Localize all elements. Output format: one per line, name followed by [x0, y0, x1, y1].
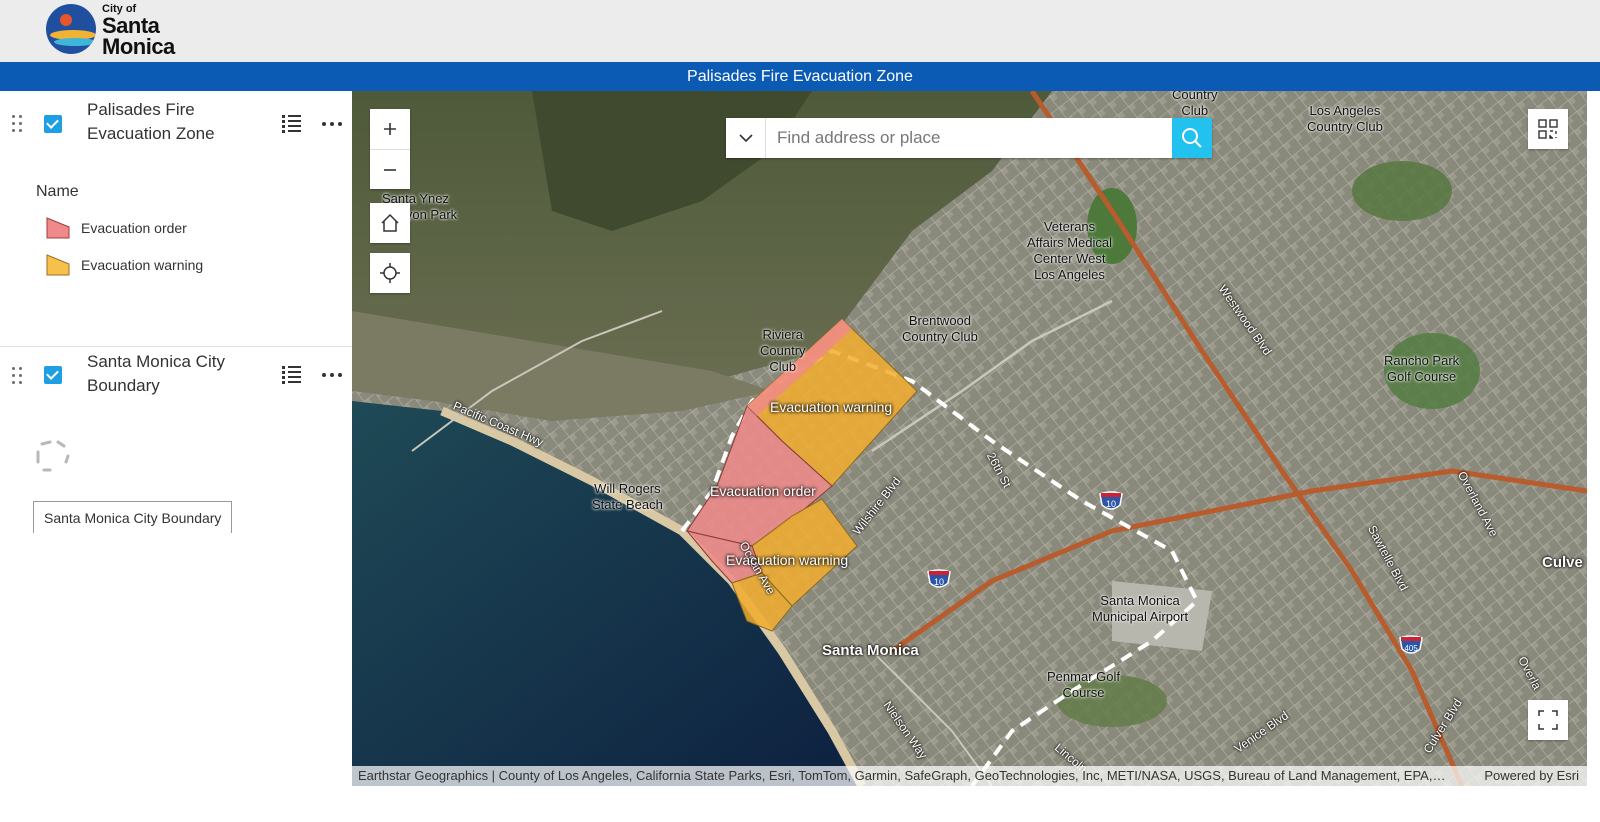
map-view[interactable]: Santa Ynez Canyon Park Country Club Los An…	[352, 91, 1587, 786]
legend-heading: Name	[36, 183, 79, 200]
city-logo[interactable]: City of Santa Monica	[46, 2, 186, 58]
zone-label-warning-south: Evacuation warning	[726, 552, 849, 568]
legend-swatch-order	[46, 217, 70, 239]
svg-text:10: 10	[934, 577, 944, 587]
fullscreen-button[interactable]	[1528, 700, 1568, 740]
plus-icon	[384, 123, 396, 135]
legend-list-icon[interactable]	[282, 114, 302, 133]
chevron-down-icon	[739, 134, 753, 143]
more-options-icon[interactable]	[322, 373, 342, 379]
map-label-riviera: Riviera Country Club	[760, 327, 806, 374]
svg-text:405: 405	[1404, 644, 1418, 653]
search-button[interactable]	[1172, 118, 1212, 158]
layer-tooltip: Santa Monica City Boundary	[33, 501, 233, 533]
fullscreen-icon	[1538, 710, 1558, 730]
drag-handle-icon[interactable]	[10, 113, 24, 133]
attribution-text: Earthstar Geographics | County of Los An…	[358, 768, 1448, 783]
map-label-rancho-park: Rancho Park Golf Course	[1384, 353, 1460, 384]
map-label-veterans: Veterans Affairs Medical Center West Los An…	[1027, 219, 1113, 282]
map-label-will-rogers: Will Rogers State Beach	[592, 481, 663, 512]
map-label-la-country-club: Los Angeles Country Club	[1307, 103, 1383, 134]
page-title: Palisades Fire Evacuation Zone	[0, 62, 1600, 91]
search-source-dropdown[interactable]	[726, 118, 766, 158]
map-label-culver: Culve	[1542, 554, 1583, 571]
layer-item-evacuation-zone: Palisades Fire Evacuation Zone Name Evac…	[0, 91, 352, 347]
drag-handle-icon[interactable]	[10, 365, 24, 385]
svg-text:10: 10	[1106, 499, 1116, 509]
map-attribution[interactable]: Earthstar Geographics | County of Los An…	[352, 766, 1587, 786]
zone-label-warning-north: Evacuation warning	[770, 399, 893, 415]
zoom-in-button[interactable]	[370, 109, 410, 149]
locate-crosshair-icon	[380, 263, 400, 283]
legend-list-icon[interactable]	[282, 365, 302, 384]
layer-item-city-boundary: Santa Monica City Boundary Santa Monica …	[0, 348, 352, 648]
legend-label: Evacuation warning	[81, 257, 204, 273]
layer-list-panel: Palisades Fire Evacuation Zone Name Evac…	[0, 91, 352, 822]
powered-by-link[interactable]: Powered by Esri	[1484, 766, 1579, 786]
home-icon	[381, 213, 399, 232]
map-label-country-club: Country Club	[1172, 91, 1218, 118]
map-label-penmar: Penmar Golf Course	[1047, 669, 1120, 700]
layer-visibility-checkbox[interactable]	[44, 115, 62, 133]
app-header: City of Santa Monica	[0, 0, 1600, 62]
interstate-405-shield-icon: 405	[1399, 635, 1423, 654]
zoom-out-button[interactable]	[370, 149, 410, 189]
locate-button[interactable]	[370, 253, 410, 293]
city-logo-emblem-icon	[46, 4, 96, 54]
zone-label-order: Evacuation order	[710, 483, 816, 499]
search-input[interactable]	[767, 118, 1171, 158]
map-label-santa-monica: Santa Monica	[822, 642, 919, 659]
home-button[interactable]	[370, 203, 410, 243]
legend-label: Evacuation order	[81, 220, 187, 236]
qr-code-button[interactable]	[1528, 109, 1568, 149]
search-icon	[1182, 128, 1202, 148]
legend-swatch-warning	[46, 254, 70, 276]
interstate-10-shield-icon: 10	[1099, 491, 1123, 510]
map-label-brentwood: Brentwood Country Club	[902, 313, 978, 344]
search-widget	[726, 118, 1212, 158]
loading-spinner-icon	[36, 440, 70, 472]
logo-text-line2: Monica	[102, 34, 175, 59]
qr-code-icon	[1538, 119, 1558, 139]
logo-text-line1: Santa	[102, 13, 160, 38]
map-label-smo-airport: Santa Monica Municipal Airport	[1092, 593, 1189, 624]
layer-visibility-checkbox[interactable]	[44, 366, 62, 384]
minus-icon	[384, 169, 396, 171]
zoom-controls	[370, 109, 410, 189]
layer-title: Palisades Fire Evacuation Zone	[87, 100, 215, 143]
interstate-10-shield-icon: 10	[927, 569, 951, 588]
layer-title: Santa Monica City Boundary	[87, 352, 225, 395]
more-options-icon[interactable]	[322, 122, 342, 128]
